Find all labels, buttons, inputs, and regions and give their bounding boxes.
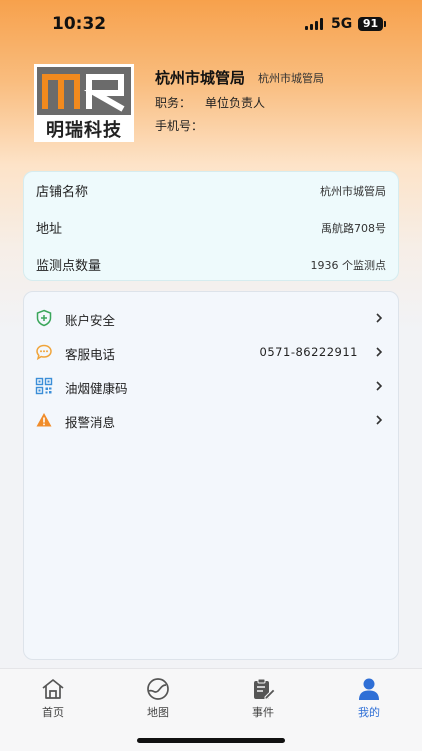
phone-label: 手机号：	[155, 119, 204, 133]
menu-item-alarm-messages[interactable]: 报警消息	[24, 404, 398, 436]
menu-item-label: 报警消息	[65, 415, 116, 430]
tab-events[interactable]: 事件	[233, 677, 293, 727]
role-row: 职务： 单位负责人	[155, 94, 265, 111]
tab-label: 地图	[147, 706, 169, 719]
info-value: 杭州市城管局	[320, 185, 386, 198]
network-type: 5G	[331, 16, 353, 32]
chevron-right-icon	[376, 313, 383, 323]
company-logo: 明瑞科技	[34, 64, 134, 142]
info-label: 监测点数量	[36, 259, 102, 274]
info-label: 店铺名称	[36, 185, 89, 200]
tab-map[interactable]: 地图	[128, 677, 188, 727]
logo-mr-icon	[37, 67, 131, 115]
info-row-shop-name: 店铺名称 杭州市城管局	[24, 172, 398, 208]
chat-bubble-icon	[36, 344, 52, 361]
info-label: 地址	[36, 222, 63, 237]
info-value: 禹航路708号	[321, 222, 386, 235]
chevron-right-icon	[376, 415, 383, 425]
info-row-monitor-count: 监测点数量 1936 个监测点	[24, 246, 398, 282]
warning-icon	[36, 413, 52, 427]
tab-label: 我的	[358, 706, 380, 719]
menu-item-label: 油烟健康码	[65, 381, 128, 396]
user-icon	[359, 678, 379, 700]
qr-code-icon	[35, 377, 53, 395]
menu-item-label: 账户安全	[65, 313, 116, 328]
tab-label: 事件	[252, 706, 274, 719]
status-time: 10:32	[52, 14, 107, 34]
menu-item-account-security[interactable]: 账户安全	[24, 302, 398, 334]
tab-label: 首页	[42, 706, 64, 719]
map-icon	[147, 678, 169, 700]
shop-info-card: 店铺名称 杭州市城管局 地址 禹航路708号 监测点数量 1936 个监测点	[23, 171, 399, 281]
home-indicator	[137, 738, 285, 743]
menu-item-health-code[interactable]: 油烟健康码	[24, 370, 398, 402]
logo-company-name: 明瑞科技	[46, 120, 122, 141]
service-phone-number: 0571-86222911	[259, 345, 358, 359]
menu-item-service-phone[interactable]: 客服电话 0571-86222911	[24, 336, 398, 368]
signal-icon	[305, 18, 325, 30]
chevron-right-icon	[376, 347, 383, 357]
org-subtitle: 杭州市城管局	[258, 72, 324, 85]
tab-home[interactable]: 首页	[23, 677, 83, 727]
role-value: 单位负责人	[205, 96, 266, 110]
tab-mine[interactable]: 我的	[339, 677, 399, 727]
info-value: 1936 个监测点	[310, 259, 387, 272]
org-name: 杭州市城管局	[155, 69, 246, 87]
chevron-right-icon	[376, 381, 383, 391]
shield-plus-icon	[36, 309, 52, 327]
status-bar: 10:32 5G 91	[0, 0, 422, 50]
info-row-address: 地址 禹航路708号	[24, 209, 398, 245]
phone-row: 手机号：	[155, 117, 203, 134]
clipboard-edit-icon	[254, 678, 276, 700]
home-icon	[42, 679, 64, 699]
role-label: 职务：	[155, 96, 192, 110]
battery-icon: 91	[358, 17, 386, 31]
menu-card: 账户安全 客服电话 0571-86222911 油烟健康码 报警消息	[23, 291, 399, 660]
menu-item-label: 客服电话	[65, 347, 116, 362]
